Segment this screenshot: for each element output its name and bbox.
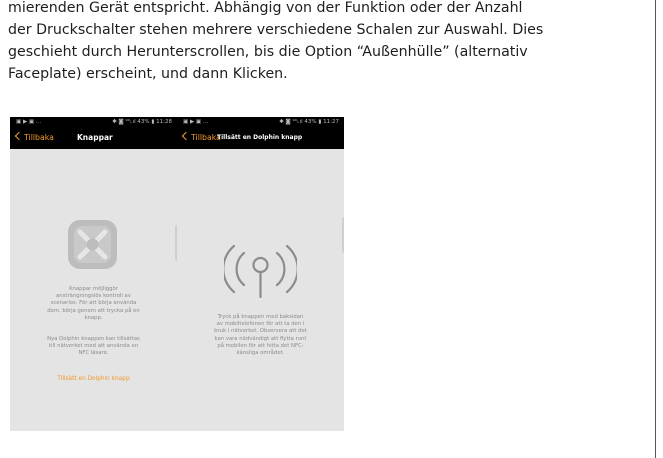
phone-screen-knappar: ▣ ▶ ▣ ... ✱ ◙ ⁹⁰ₗ.ıl 43% ▮ 11:28 Tillbak…: [10, 117, 177, 431]
add-dolphin-button-link[interactable]: Tillsätt en Dolphin knapp: [30, 376, 157, 383]
text-line: kan vara nödvändigt att flytta runt: [214, 335, 307, 342]
back-button[interactable]: Tillbaka: [181, 127, 221, 149]
status-icons-left: ▣ ▶ ▣ ...: [183, 119, 209, 125]
status-icons-right: ✱ ◙ ⁹⁰ₗ.ıl 43% ▮ 11:27: [279, 119, 339, 125]
text-line: ansträngningslös kontroll av: [56, 293, 131, 300]
document-line: Faceplate) erscheint, und dann Klicken.: [8, 66, 288, 82]
document-line: geschieht durch Herunterscrollen, bis di…: [8, 44, 528, 60]
text-line: Nya Dolphin knappen kan tillsättas: [47, 336, 140, 342]
nfc-antenna-icon: [224, 244, 297, 298]
back-button[interactable]: Tillbaka: [14, 127, 54, 149]
text-line: av mobiltelefonen för att ta den i: [216, 321, 305, 328]
text-line: Tryck på knappen med baksidan: [217, 314, 304, 320]
screen-title: Tillsätt en Dolphin knapp: [217, 134, 303, 141]
nav-bar: Tillbaka Tillsätt en Dolphin knapp: [177, 127, 344, 149]
instruction-text: Tryck på knappen med baksidan av mobilte…: [197, 314, 324, 357]
status-icons-right: ✱ ◙ ⁹⁰ₗ.ıl 43% ▮ 11:28: [112, 119, 172, 125]
back-label: Tillbaka: [24, 133, 54, 142]
phone-screen-add-button: ▣ ▶ ▣ ... ✱ ◙ ⁹⁰ₗ.ıl 43% ▮ 11:27 Tillbak…: [177, 117, 344, 431]
text-line: Knappar möjliggör: [69, 286, 118, 292]
nfc-info-text: Nya Dolphin knappen kan tillsättas till …: [30, 336, 157, 358]
status-icons-left: ▣ ▶ ▣ ...: [16, 119, 42, 125]
screen-title: Knappar: [77, 133, 113, 142]
text-line: knapp.: [84, 314, 103, 321]
text-line: NFC läsare.: [78, 350, 109, 357]
text-line: dem, börja genom att trycka på en: [47, 307, 140, 314]
dolphin-button-icon: [68, 220, 117, 269]
text-line: till nätverket med att använda en: [48, 343, 139, 350]
document-line: der Druckschalter stehen mehrere verschi…: [8, 22, 544, 38]
text-line: bruk i nätverket. Observera att det: [214, 328, 307, 335]
side-scroll-handle[interactable]: [342, 217, 344, 253]
chevron-left-icon: [181, 131, 191, 141]
document-line: mierenden Gerät entspricht. Abhängig von…: [8, 0, 523, 16]
text-line: på mobilen för att hitta det NFC-: [217, 342, 304, 349]
page-border-line: [655, 0, 656, 458]
document-text: mierenden Gerät entspricht. Abhängig von…: [8, 0, 648, 85]
status-bar: ▣ ▶ ▣ ... ✱ ◙ ⁹⁰ₗ.ıl 43% ▮ 11:28: [10, 117, 177, 127]
nav-bar: Tillbaka Knappar: [10, 127, 177, 149]
chevron-left-icon: [14, 131, 24, 141]
text-line: känsliga området.: [236, 350, 285, 357]
intro-text: Knappar möjliggör ansträngningslös kontr…: [30, 286, 157, 322]
text-line: scenarios. För att börja använda: [50, 300, 137, 307]
status-bar: ▣ ▶ ▣ ... ✱ ◙ ⁹⁰ₗ.ıl 43% ▮ 11:27: [177, 117, 344, 127]
